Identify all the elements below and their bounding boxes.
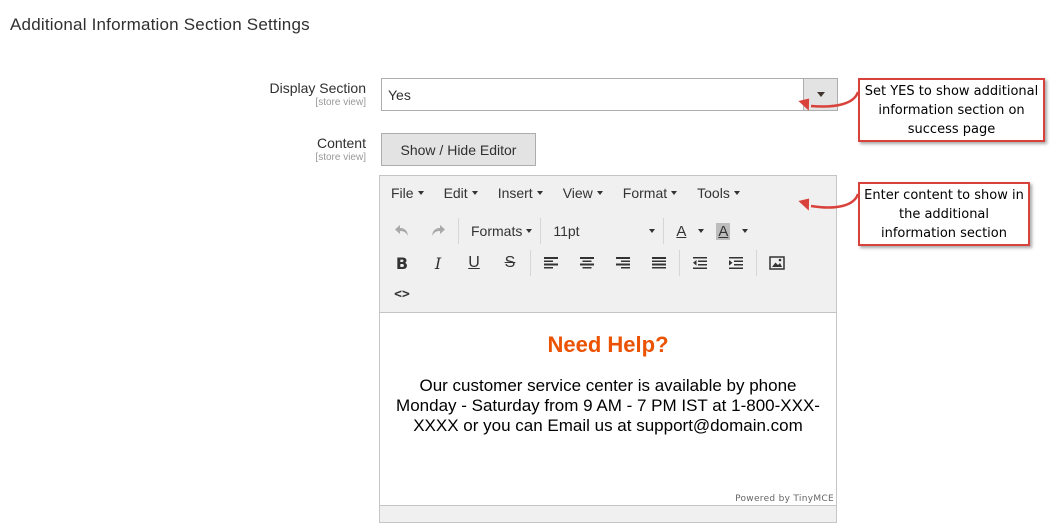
undo-icon[interactable] <box>384 217 420 245</box>
section-title: Additional Information Section Settings <box>10 15 310 34</box>
callout-arrow-icon <box>798 193 860 211</box>
menu-tools[interactable]: Tools <box>689 185 748 201</box>
display-section-callout: Set YES to show additional information s… <box>858 78 1045 142</box>
strikethrough-icon[interactable]: S <box>492 249 528 277</box>
help-title: Need Help? <box>547 332 669 357</box>
content-callout: Enter content to show in the additional … <box>858 182 1030 246</box>
image-icon[interactable] <box>759 249 795 277</box>
menu-edit-label: Edit <box>443 185 468 201</box>
menu-file[interactable]: File <box>383 185 432 201</box>
editor-toolbar-row-2: B I U S <box>384 247 795 279</box>
powered-by-tinymce: Powered by TinyMCE <box>735 494 834 504</box>
content-scope: [store view] <box>315 152 366 163</box>
display-section-select[interactable]: Yes <box>381 78 838 111</box>
indent-icon[interactable] <box>718 249 754 277</box>
menu-file-label: File <box>391 185 414 201</box>
editor-content-area[interactable]: Need Help? Our customer service center i… <box>380 312 836 506</box>
menu-edit[interactable]: Edit <box>436 185 486 201</box>
align-left-icon[interactable] <box>533 249 569 277</box>
editor-toolbar-row-1: Formats 11pt A A <box>384 215 754 247</box>
show-hide-editor-button[interactable]: Show / Hide Editor <box>381 133 536 166</box>
italic-icon[interactable]: I <box>420 249 456 277</box>
align-right-icon[interactable] <box>605 249 641 277</box>
display-section-value: Yes <box>388 86 411 103</box>
editor-toolbar-row-3: <> <box>384 278 420 310</box>
menu-view-label: View <box>562 185 593 201</box>
display-section-scope: [store view] <box>315 97 366 108</box>
display-section-label-text: Display Section <box>269 80 367 96</box>
editor-menubar: File Edit Insert View Format Tools <box>380 176 836 210</box>
background-color-icon: A <box>716 222 731 240</box>
align-center-icon[interactable] <box>569 249 605 277</box>
redo-icon[interactable] <box>420 217 456 245</box>
source-code-icon[interactable]: <> <box>384 280 420 308</box>
outdent-icon[interactable] <box>682 249 718 277</box>
display-section-label: Display Section [store view] <box>270 80 367 109</box>
menu-view[interactable]: View <box>555 185 611 201</box>
menu-format-label: Format <box>622 185 668 201</box>
bold-icon[interactable]: B <box>384 249 420 277</box>
menu-tools-label: Tools <box>697 185 730 201</box>
formats-dropdown[interactable]: Formats <box>461 217 538 245</box>
background-color-button[interactable]: A <box>710 217 754 245</box>
underline-icon[interactable]: U <box>456 249 492 277</box>
formats-label: Formats <box>471 223 523 239</box>
menu-insert-label: Insert <box>497 185 533 201</box>
content-label: Content [store view] <box>315 135 366 164</box>
font-size-select[interactable]: 11pt <box>543 217 661 245</box>
text-color-button[interactable]: A <box>666 217 710 245</box>
help-text: Our customer service center is available… <box>396 376 820 435</box>
font-size-value: 11pt <box>553 223 580 239</box>
text-color-icon: A <box>676 222 687 240</box>
content-label-text: Content <box>316 135 366 151</box>
align-justify-icon[interactable] <box>641 249 677 277</box>
menu-format[interactable]: Format <box>615 185 685 201</box>
menu-insert[interactable]: Insert <box>490 185 551 201</box>
callout-arrow-icon <box>798 91 860 111</box>
wysiwyg-editor: File Edit Insert View Format Tools Forma… <box>379 175 837 523</box>
